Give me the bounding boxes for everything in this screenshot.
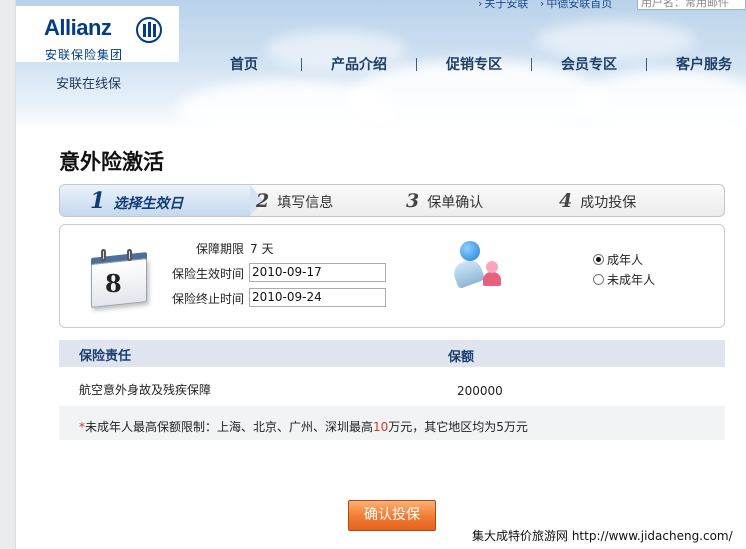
step-4: 4 成功投保: [559, 190, 637, 212]
nav-members[interactable]: 会员专区: [535, 54, 643, 74]
note-limit-number: 10: [373, 420, 389, 434]
start-date-label: 保险生效时间: [171, 267, 244, 281]
logo[interactable]: Allianz 安联保险集团: [16, 6, 179, 62]
radio-minor-label: 未成年人: [607, 273, 656, 287]
radio-button[interactable]: [593, 274, 604, 285]
site-subtitle: 安联在线保: [56, 77, 122, 92]
top-links: › 关于安联 › 中德安联首页: [478, 0, 620, 10]
radio-adult-label: 成年人: [607, 253, 644, 267]
calendar-day: 8: [105, 269, 122, 298]
progress-steps: 1 选择生效日 2 填写信息 3 保单确认 4 成功投保: [59, 184, 725, 217]
arrow-icon: ›: [539, 0, 545, 10]
nav-home[interactable]: 首页: [190, 54, 298, 74]
nav-products[interactable]: 产品介绍: [305, 54, 413, 74]
coverage-table-header: 保险责任 保额: [59, 340, 725, 367]
radio-button-checked[interactable]: [593, 254, 604, 265]
main-nav: 首页 产品介绍 促销专区 会员专区 客户服务: [190, 54, 746, 74]
username-input[interactable]: 用户名：常用邮件: [637, 0, 746, 10]
note-text-a: 未成年人最高保额限制：上海、北京、广州、深圳最高: [85, 420, 374, 434]
coverage-item: 航空意外身故及残疾保障: [79, 383, 212, 397]
allianz-eagle-icon: [136, 17, 162, 43]
step-3: 3 保单确认: [406, 190, 484, 212]
link-about[interactable]: 关于安联: [484, 0, 528, 10]
nav-customer-service[interactable]: 客户服务: [650, 54, 746, 74]
end-date-label: 保险终止时间: [171, 292, 244, 306]
nav-divider: [416, 57, 417, 71]
period-value: 7 天: [250, 242, 274, 256]
nav-divider: [301, 57, 302, 71]
start-date-field[interactable]: 2010-09-17: [249, 263, 386, 282]
confirm-insure-button[interactable]: 确认投保: [348, 500, 436, 531]
note-text-b: 万元，其它地区均为5万元: [388, 420, 528, 434]
column-responsibility: 保险责任: [79, 349, 132, 364]
nav-promotions[interactable]: 促销专区: [420, 54, 528, 74]
logo-chinese-name: 安联保险集团: [45, 48, 124, 62]
nav-divider: [531, 57, 532, 71]
date-selection-panel: 8 保障期限 7 天 保险生效时间 2010-09-17 保险终止时间 2010…: [59, 224, 725, 328]
nav-divider: [646, 57, 647, 71]
calendar-icon: 8: [87, 249, 151, 308]
logo-wordmark: Allianz: [44, 15, 112, 40]
step-1: 1 选择生效日: [90, 188, 184, 214]
coverage-amount: 200000: [457, 384, 503, 398]
radio-minor[interactable]: 未成年人: [593, 271, 655, 288]
limit-note: *未成年人最高保额限制：上海、北京、广州、深圳最高10万元，其它地区均为5万元: [59, 406, 725, 440]
watermark-text: 集大成特价旅游网 http://www.jidacheng.com/: [472, 529, 733, 543]
column-amount: 保额: [448, 350, 475, 365]
page-edge: [0, 0, 16, 549]
table-row: 航空意外身故及残疾保障 200000: [59, 370, 725, 406]
end-date-field[interactable]: 2010-09-24: [249, 288, 386, 307]
radio-adult[interactable]: 成年人: [593, 251, 643, 268]
link-home-cn[interactable]: 中德安联首页: [546, 0, 612, 10]
page-title: 意外险激活: [59, 150, 164, 174]
period-label: 保障期限: [195, 242, 244, 256]
insured-persons-icon: [450, 239, 510, 291]
arrow-icon: ›: [478, 0, 483, 10]
step-2: 2 填写信息: [256, 190, 334, 212]
